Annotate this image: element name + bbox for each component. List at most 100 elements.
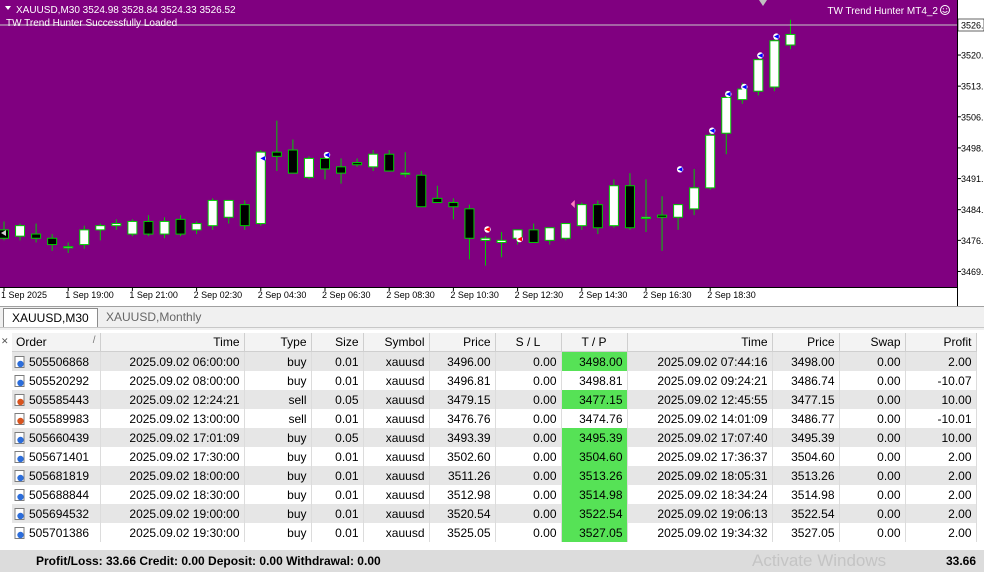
header-open-price[interactable]: Price <box>429 333 496 352</box>
table-row[interactable]: 505520292 2025.09.02 08:00:00 buy 0.01 xauus… <box>12 371 977 390</box>
cell-close-time: 2025.09.02 17:07:40 <box>627 428 773 447</box>
buy-arrow-icon[interactable] <box>323 151 331 159</box>
header-open-time[interactable]: Time <box>100 333 245 352</box>
order-id: 505671401 <box>29 449 90 464</box>
tab-xauusd-monthly[interactable]: XAUUSD,Monthly <box>98 308 209 327</box>
candle-body <box>544 227 555 241</box>
price-chart[interactable]: 35283520.3513.3506.3498.3491.3484.3476.3… <box>0 0 984 306</box>
candle-body <box>31 233 42 239</box>
order-id: 505589983 <box>29 411 90 426</box>
table-row[interactable]: 505506868 2025.09.02 06:00:00 buy 0.01 xauus… <box>12 351 977 371</box>
cell-type: buy <box>244 523 312 542</box>
candle-body <box>480 237 491 241</box>
cell-order: 505506868 <box>12 351 101 371</box>
header-type[interactable]: Type <box>244 333 312 352</box>
terminal-history: ✕ Order / Time Type Size Symbol Price S /… <box>0 330 984 572</box>
windows-activation-watermark: Activate Windows <box>752 551 887 570</box>
candle-body <box>255 151 266 225</box>
cell-close-time: 2025.09.02 18:05:31 <box>627 466 773 485</box>
cell-swap: 0.00 <box>839 351 906 371</box>
table-row[interactable]: 505694532 2025.09.02 19:00:00 buy 0.01 xauus… <box>12 504 977 523</box>
header-close-time[interactable]: Time <box>627 333 773 352</box>
buy-order-icon <box>14 527 25 540</box>
cell-sl: 0.00 <box>495 351 562 371</box>
cell-open-time: 2025.09.02 19:30:00 <box>100 523 245 542</box>
candle-body <box>175 218 186 235</box>
header-symbol[interactable]: Symbol <box>363 333 430 352</box>
buy-arrow-icon[interactable] <box>676 166 684 173</box>
candle-body <box>528 229 539 243</box>
header-size[interactable]: Size <box>311 333 364 352</box>
cell-type: buy <box>244 428 312 447</box>
buy-arrow-icon[interactable] <box>757 52 764 59</box>
candle <box>127 219 138 237</box>
table-row[interactable]: 505688844 2025.09.02 18:30:00 buy 0.01 xauus… <box>12 485 977 504</box>
table-row[interactable]: 505589983 2025.09.02 13:00:00 sell 0.01 xauu… <box>12 409 977 428</box>
table-row[interactable]: 505681819 2025.09.02 18:00:00 buy 0.01 xauus… <box>12 466 977 485</box>
cell-order: 505694532 <box>12 504 101 523</box>
cell-close-price: 3514.98 <box>772 485 840 504</box>
header-sl[interactable]: S / L <box>495 333 562 352</box>
candle <box>207 198 218 230</box>
header-close-price[interactable]: Price <box>772 333 840 352</box>
cell-sl: 0.00 <box>495 390 562 409</box>
candle-body <box>496 239 507 243</box>
table-row[interactable]: 505671401 2025.09.02 17:30:00 buy 0.01 xauus… <box>12 447 977 466</box>
candle-body <box>368 153 379 168</box>
buy-order-icon <box>14 451 25 464</box>
close-icon[interactable]: ✕ <box>1 336 9 347</box>
time-axis: 1 Sep 2025 1 Sep 19:00 1 Sep 21:00 2 Sep 02… <box>0 287 957 300</box>
candle <box>239 200 250 230</box>
tab-xauusd-m30[interactable]: XAUUSD,M30 <box>3 308 98 327</box>
sell-arrow-icon[interactable] <box>484 226 491 233</box>
buy-arrow-icon[interactable] <box>741 83 748 91</box>
table-row[interactable]: 505585443 2025.09.02 12:24:21 sell 0.05 xauu… <box>12 390 977 409</box>
buy-arrow-icon[interactable] <box>259 155 266 162</box>
cell-size: 0.05 <box>311 390 364 409</box>
table-row[interactable]: 505660439 2025.09.02 17:01:09 buy 0.05 xauus… <box>12 428 977 447</box>
time-tick-label: 1 Sep 19:00 <box>65 290 114 300</box>
price-tick-label: 3506. <box>961 112 984 122</box>
cell-swap: 0.00 <box>839 390 906 409</box>
table-header-row: Order / Time Type Size Symbol Price S / L… <box>12 333 977 352</box>
cell-close-time: 2025.09.02 19:34:32 <box>627 523 773 542</box>
buy-arrow-icon[interactable] <box>773 33 780 40</box>
cell-size: 0.01 <box>311 409 364 428</box>
candle <box>705 133 716 190</box>
buy-arrow-icon[interactable] <box>725 90 732 98</box>
cell-close-price: 3498.00 <box>772 351 840 371</box>
candle <box>303 156 314 180</box>
header-tp[interactable]: T / P <box>561 333 628 352</box>
cell-open-price: 3520.54 <box>429 504 496 523</box>
sell-arrow-icon[interactable] <box>516 235 523 243</box>
candle-body <box>287 149 298 174</box>
cell-order: 505660439 <box>12 428 101 447</box>
table-row[interactable]: 505701386 2025.09.02 19:30:00 buy 0.01 xauus… <box>12 523 977 542</box>
header-swap[interactable]: Swap <box>839 333 906 352</box>
cell-profit: -10.01 <box>905 409 977 428</box>
time-tick-label: 2 Sep 02:30 <box>194 290 243 300</box>
candle-body <box>111 223 122 227</box>
cell-swap: 0.00 <box>839 485 906 504</box>
candle-body <box>320 157 330 170</box>
time-tick-label: 2 Sep 08:30 <box>386 290 435 300</box>
cell-type: buy <box>244 447 312 466</box>
cell-profit: 2.00 <box>905 351 977 371</box>
cell-open-price: 3479.15 <box>429 390 496 409</box>
buy-arrow-icon[interactable] <box>709 127 716 134</box>
cell-open-price: 3496.00 <box>429 351 496 371</box>
candle-body <box>608 185 619 227</box>
cell-sl: 0.00 <box>495 466 562 485</box>
header-order[interactable]: Order / <box>12 333 101 352</box>
cell-tp: 3498.81 <box>561 371 628 390</box>
candle-body <box>641 216 651 219</box>
current-price-label: 3526. <box>961 21 984 31</box>
cell-size: 0.01 <box>311 523 364 542</box>
cell-size: 0.05 <box>311 428 364 447</box>
chart-canvas[interactable]: 35283520.3513.3506.3498.3491.3484.3476.3… <box>0 0 984 306</box>
candle-body <box>673 204 684 218</box>
header-profit[interactable]: Profit <box>905 333 977 352</box>
cell-symbol: xauusd <box>363 485 430 504</box>
cell-order: 505701386 <box>12 523 101 542</box>
cell-open-price: 3512.98 <box>429 485 496 504</box>
